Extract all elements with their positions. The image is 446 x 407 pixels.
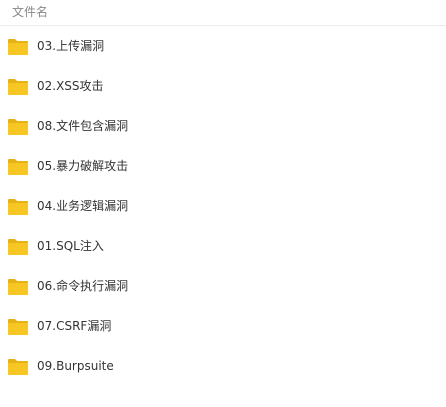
file-row[interactable]: 03.上传漏洞 <box>0 26 446 66</box>
file-name[interactable]: 06.命令执行漏洞 <box>37 279 128 293</box>
folder-icon <box>7 38 29 56</box>
file-name[interactable]: 09.Burpsuite <box>37 359 114 373</box>
file-name[interactable]: 04.业务逻辑漏洞 <box>37 199 128 213</box>
file-name[interactable]: 03.上传漏洞 <box>37 39 104 53</box>
folder-icon <box>7 238 29 256</box>
file-row[interactable]: 02.XSS攻击 <box>0 66 446 106</box>
file-name[interactable]: 02.XSS攻击 <box>37 79 104 93</box>
folder-icon <box>7 318 29 336</box>
file-name[interactable]: 08.文件包含漏洞 <box>37 119 128 133</box>
filename-column-header[interactable]: 文件名 <box>12 5 48 19</box>
file-name[interactable]: 05.暴力破解攻击 <box>37 159 128 173</box>
file-name[interactable]: 07.CSRF漏洞 <box>37 319 111 333</box>
file-row[interactable]: 07.CSRF漏洞 <box>0 306 446 346</box>
file-row[interactable]: 08.文件包含漏洞 <box>0 106 446 146</box>
file-list: 03.上传漏洞 02.XSS攻击 08.文件包含漏洞 05.暴力破解攻击 04.… <box>0 26 446 386</box>
file-row[interactable]: 06.命令执行漏洞 <box>0 266 446 306</box>
file-row[interactable]: 04.业务逻辑漏洞 <box>0 186 446 226</box>
folder-icon <box>7 118 29 136</box>
file-row[interactable]: 05.暴力破解攻击 <box>0 146 446 186</box>
folder-icon <box>7 158 29 176</box>
file-row[interactable]: 09.Burpsuite <box>0 346 446 386</box>
folder-icon <box>7 78 29 96</box>
file-row[interactable]: 01.SQL注入 <box>0 226 446 266</box>
folder-icon <box>7 198 29 216</box>
file-name[interactable]: 01.SQL注入 <box>37 239 104 253</box>
file-list-header: 文件名 <box>0 0 446 26</box>
folder-icon <box>7 358 29 376</box>
folder-icon <box>7 278 29 296</box>
